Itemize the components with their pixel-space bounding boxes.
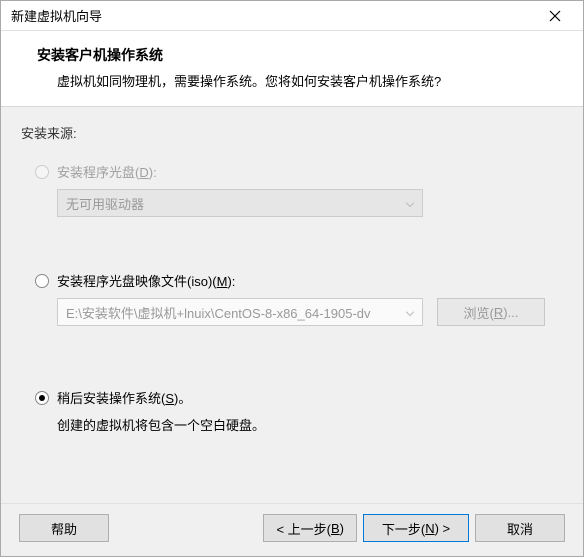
wizard-header: 安装客户机操作系统 虚拟机如同物理机，需要操作系统。您将如何安装客户机操作系统? [1, 31, 583, 107]
wizard-dialog: 新建虚拟机向导 安装客户机操作系统 虚拟机如同物理机，需要操作系统。您将如何安装… [0, 0, 584, 557]
iso-input-row: E:\安装软件\虚拟机+lnuix\CentOS-8-x86_64-1905-d… [57, 298, 563, 326]
radio-disc-label: 安装程序光盘(D): [57, 162, 157, 181]
iso-path-value: E:\安装软件\虚拟机+lnuix\CentOS-8-x86_64-1905-d… [66, 303, 371, 322]
wizard-footer: 帮助 < 上一步(B) 下一步(N) > 取消 [1, 503, 583, 556]
install-source-label: 安装来源: [21, 123, 563, 142]
option-installer-disc: 安装程序光盘(D): 无可用驱动器 [35, 162, 563, 217]
radio-later[interactable] [35, 391, 49, 405]
next-button[interactable]: 下一步(N) > [363, 514, 469, 542]
header-title: 安装客户机操作系统 [37, 45, 563, 65]
radio-row-later[interactable]: 稍后安装操作系统(S)。 [35, 388, 563, 407]
browse-button: 浏览(R)... [437, 298, 545, 326]
window-title: 新建虚拟机向导 [11, 6, 535, 25]
option-install-later: 稍后安装操作系统(S)。 创建的虚拟机将包含一个空白硬盘。 [35, 388, 563, 434]
option-iso-file: 安装程序光盘映像文件(iso)(M): E:\安装软件\虚拟机+lnuix\Ce… [35, 271, 563, 326]
radio-iso[interactable] [35, 274, 49, 288]
titlebar: 新建虚拟机向导 [1, 1, 583, 31]
header-description: 虚拟机如同物理机，需要操作系统。您将如何安装客户机操作系统? [37, 71, 563, 90]
close-icon [549, 10, 561, 22]
radio-row-iso[interactable]: 安装程序光盘映像文件(iso)(M): [35, 271, 563, 290]
chevron-down-icon [406, 305, 414, 320]
radio-disc[interactable] [35, 165, 49, 179]
radio-iso-label: 安装程序光盘映像文件(iso)(M): [57, 271, 235, 290]
back-button[interactable]: < 上一步(B) [263, 514, 357, 542]
radio-row-disc[interactable]: 安装程序光盘(D): [35, 162, 563, 181]
radio-later-label: 稍后安装操作系统(S)。 [57, 388, 191, 407]
chevron-down-icon [406, 196, 414, 211]
disc-drive-value: 无可用驱动器 [66, 194, 144, 213]
disc-drive-combo: 无可用驱动器 [57, 189, 423, 217]
iso-path-combo: E:\安装软件\虚拟机+lnuix\CentOS-8-x86_64-1905-d… [57, 298, 423, 326]
help-button[interactable]: 帮助 [19, 514, 109, 542]
close-button[interactable] [535, 2, 575, 30]
install-later-description: 创建的虚拟机将包含一个空白硬盘。 [57, 415, 563, 434]
wizard-content: 安装来源: 安装程序光盘(D): 无可用驱动器 安装程序光盘映像文件(iso)(… [1, 107, 583, 503]
cancel-button[interactable]: 取消 [475, 514, 565, 542]
